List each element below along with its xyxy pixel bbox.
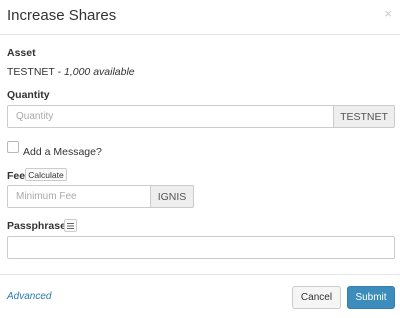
fee-input-group: IGNIS — [7, 185, 194, 208]
quantity-input-group: TESTNET — [7, 105, 395, 128]
close-icon[interactable]: × — [384, 7, 392, 20]
list-icon[interactable] — [64, 219, 77, 232]
fee-label: Fee — [7, 170, 26, 182]
asset-label: Asset — [7, 47, 36, 59]
add-message-checkbox[interactable] — [7, 141, 19, 153]
asset-available: 1,000 available — [64, 66, 135, 78]
calculate-fee-button[interactable]: Calculate — [25, 168, 67, 181]
quantity-label: Quantity — [7, 89, 50, 101]
passphrase-input[interactable] — [7, 236, 395, 259]
cancel-button[interactable]: Cancel — [292, 286, 341, 309]
asset-name: TESTNET — [7, 66, 55, 78]
fee-unit-addon: IGNIS — [151, 185, 194, 208]
modal-title: Increase Shares — [7, 7, 117, 24]
modal-header: Increase Shares × — [0, 0, 400, 35]
list-icon-glyph — [67, 222, 74, 229]
quantity-unit-addon: TESTNET — [334, 105, 395, 128]
quantity-input[interactable] — [7, 105, 334, 128]
advanced-link[interactable]: Advanced — [7, 291, 51, 302]
add-message-label[interactable]: Add a Message? — [23, 146, 102, 158]
asset-info: TESTNET - 1,000 available — [7, 66, 135, 78]
submit-button[interactable]: Submit — [347, 286, 395, 309]
asset-separator: - — [54, 66, 64, 78]
fee-input[interactable] — [7, 185, 151, 208]
passphrase-label: Passphrase — [7, 220, 66, 232]
